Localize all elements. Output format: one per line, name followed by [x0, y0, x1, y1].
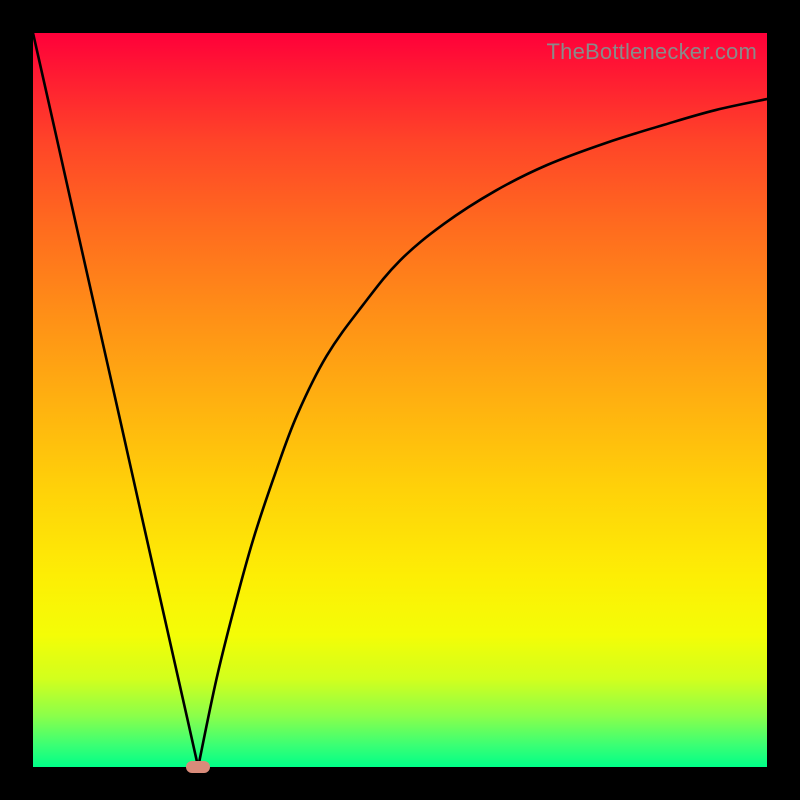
plot-area: TheBottlenecker.com	[33, 33, 767, 767]
bottleneck-curve	[33, 33, 767, 767]
curve-path	[33, 33, 767, 767]
minimum-marker	[186, 761, 210, 773]
chart-frame: TheBottlenecker.com	[0, 0, 800, 800]
